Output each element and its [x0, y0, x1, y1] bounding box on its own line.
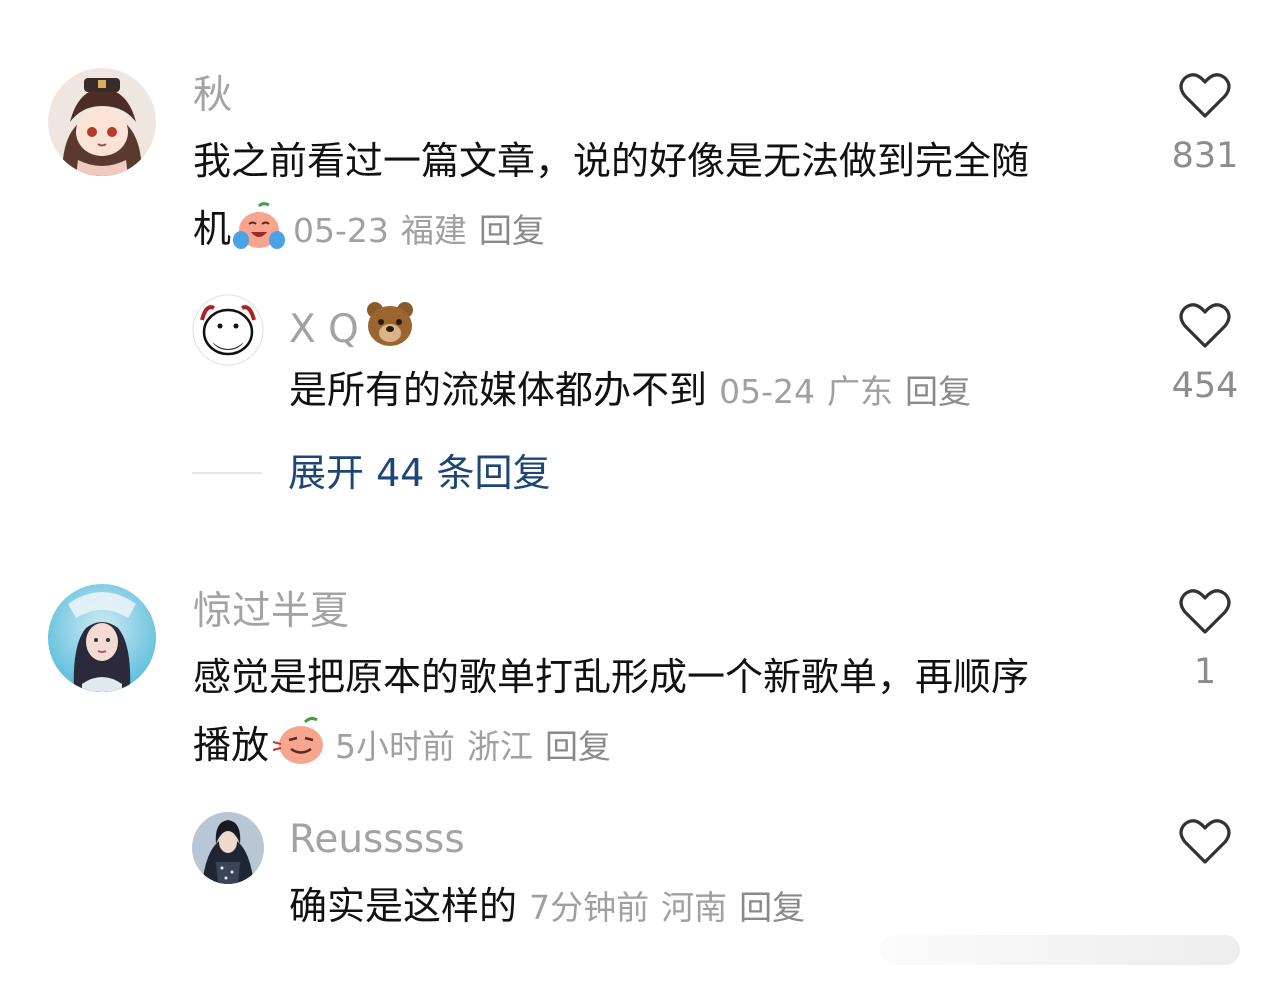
comment-text-line: 感觉是把原本的歌单打乱形成一个新歌单，再顺序: [193, 655, 1030, 699]
reply-meta: 05-24 广东 回复: [719, 372, 983, 411]
reply-username[interactable]: Reusssss: [289, 816, 465, 864]
comment-time: 5小时前: [335, 727, 456, 766]
reply-location: 广东: [827, 372, 893, 411]
reply-time: 05-24: [719, 372, 815, 411]
avatar[interactable]: [48, 68, 156, 176]
reply-location: 河南: [661, 888, 728, 927]
crying-laughing-peach-emoji: [233, 202, 286, 271]
avatar[interactable]: [48, 584, 156, 692]
heart-outline-icon: [1179, 819, 1231, 864]
comment-text-line-with-meta: 机 05-23 福建 回复: [193, 195, 1029, 271]
heart-outline-icon: [1179, 303, 1231, 348]
reply-text-content: 确实是这样的: [289, 884, 518, 928]
reply-button[interactable]: 回复: [545, 727, 611, 766]
reply-username[interactable]: X Q: [289, 300, 423, 360]
comments-page: 秋 我之前看过一篇文章，说的好像是无法做到完全随 机 05-23 福建 回复 831: [0, 0, 1284, 984]
like-button[interactable]: 1: [1150, 588, 1260, 694]
comment-text-tail: 播放: [193, 723, 270, 767]
reply-username-text: X Q: [289, 307, 359, 352]
expand-divider: [192, 472, 262, 474]
reply-button[interactable]: 回复: [905, 372, 971, 411]
comment-text: 感觉是把原本的歌单打乱形成一个新歌单，再顺序 播放 5小时前 浙江 回复: [193, 643, 1029, 787]
heart-outline-icon: [1179, 589, 1231, 634]
expand-replies-button[interactable]: 展开 44 条回复: [288, 448, 551, 498]
smug-peach-emoji: [271, 716, 327, 787]
comment-username[interactable]: 惊过半夏: [193, 588, 349, 636]
reply-button[interactable]: 回复: [479, 211, 545, 250]
bear-face-emoji: [365, 300, 415, 360]
watermark-bar: [880, 935, 1240, 965]
heart-outline-icon: [1179, 73, 1231, 118]
comment-time: 05-23: [293, 211, 389, 250]
reply-text: 确实是这样的 7分钟前 河南 回复: [289, 872, 817, 942]
reply-meta: 7分钟前 河南 回复: [529, 888, 817, 927]
comment-meta: 5小时前 浙江 回复: [335, 727, 623, 766]
comment-location: 福建: [400, 211, 467, 250]
reply-text: 是所有的流媒体都办不到 05-24 广东 回复: [289, 356, 983, 426]
comment-meta: 05-23 福建 回复: [293, 211, 557, 250]
like-button[interactable]: [1150, 818, 1260, 866]
reply-text-content: 是所有的流媒体都办不到: [289, 368, 708, 412]
reply-button[interactable]: 回复: [739, 888, 805, 927]
avatar[interactable]: [192, 812, 264, 884]
comment-text-line: 我之前看过一篇文章，说的好像是无法做到完全随: [193, 139, 1030, 183]
like-count: 454: [1171, 366, 1239, 406]
reply-time: 7分钟前: [529, 888, 650, 927]
avatar[interactable]: [192, 294, 264, 366]
comment-username[interactable]: 秋: [193, 72, 232, 120]
comment-text: 我之前看过一篇文章，说的好像是无法做到完全随 机 05-23 福建 回复: [193, 127, 1029, 271]
like-button[interactable]: 831: [1150, 72, 1260, 178]
like-count: 1: [1193, 652, 1217, 692]
comment-text-line-with-meta: 播放 5小时前 浙江 回复: [193, 711, 1029, 787]
like-button[interactable]: 454: [1150, 302, 1260, 408]
comment-text-tail: 机: [193, 207, 232, 251]
comment-location: 浙江: [467, 727, 534, 766]
like-count: 831: [1171, 136, 1239, 176]
